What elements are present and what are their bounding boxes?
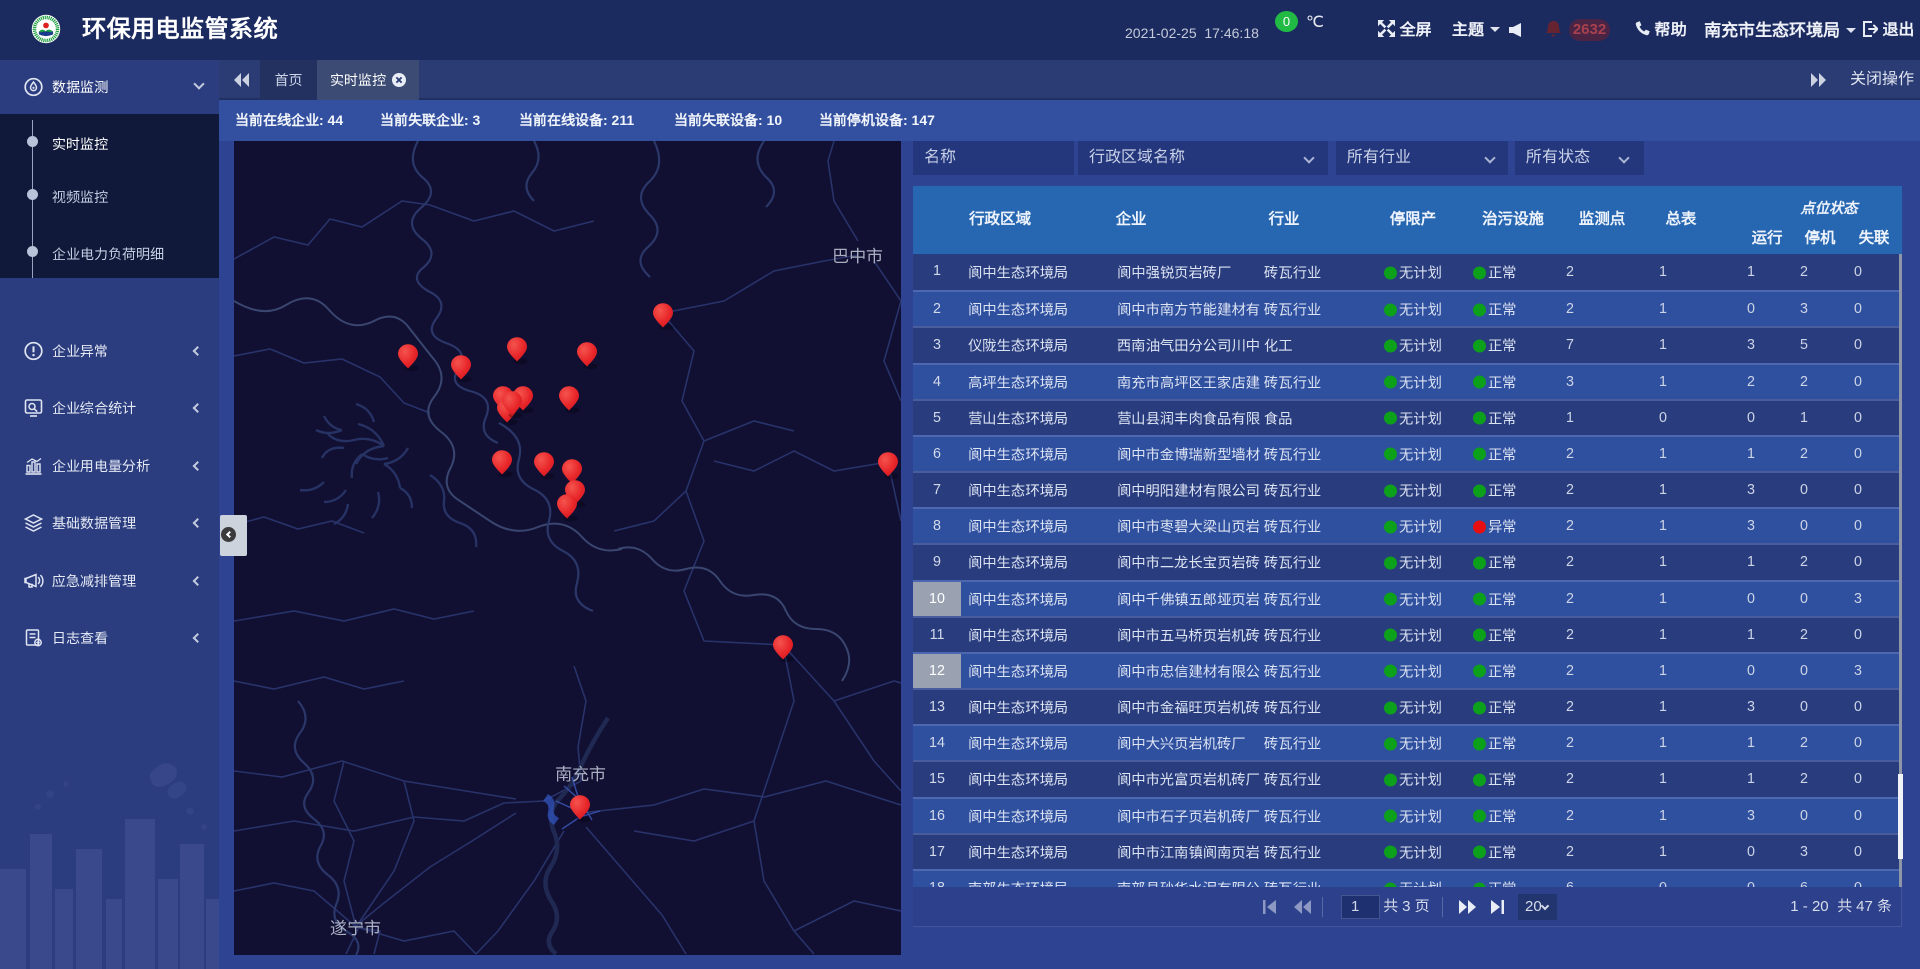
svg-text:遂宁市: 遂宁市 [330,919,381,938]
svg-text:巴中市: 巴中市 [832,247,883,266]
svg-text:南充市: 南充市 [555,765,606,784]
